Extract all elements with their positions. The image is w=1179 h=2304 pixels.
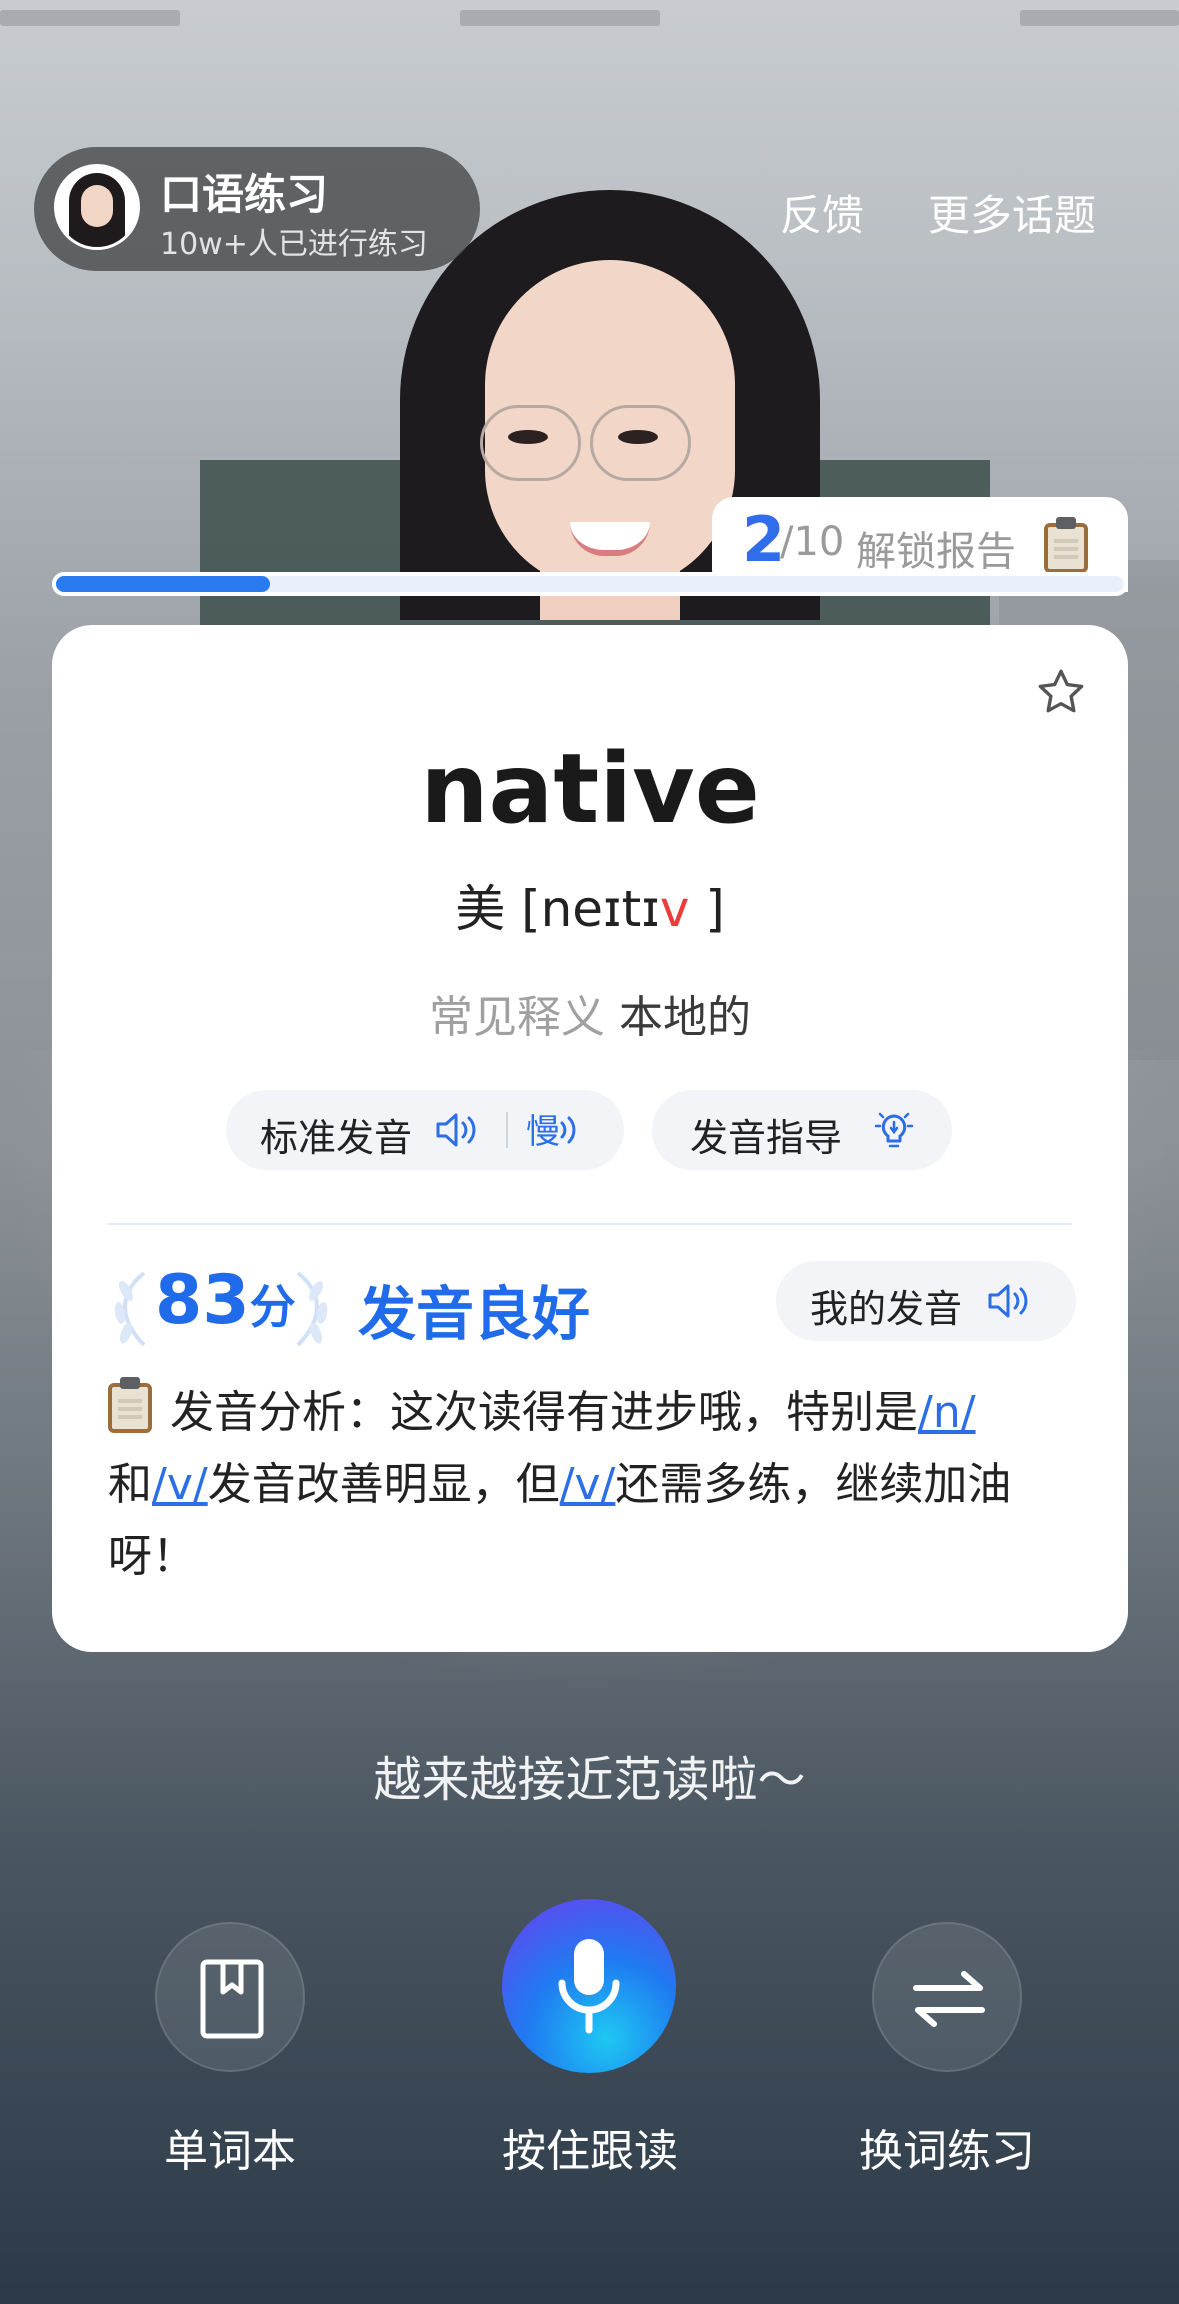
laurel-right-icon: [296, 1271, 328, 1347]
phoneme-link-v[interactable]: /v/: [560, 1459, 616, 1510]
progress-current: 2: [742, 503, 786, 576]
analysis-text: 和: [108, 1459, 152, 1510]
standard-pronunciation-label: 标准发音: [260, 1116, 413, 1160]
phonetic-highlight: v: [659, 880, 690, 938]
meaning-label: 常见释义: [429, 992, 605, 1043]
meaning-value: 本地的: [619, 992, 751, 1043]
hold-to-read-button[interactable]: [502, 1899, 676, 2073]
pill-divider: [506, 1112, 508, 1148]
meaning: 常见释义 本地的: [52, 981, 1128, 1045]
pronunciation-analysis: 发音分析：这次读得有进步哦，特别是/n/和/v/发音改善明显，但/v/还需多练，…: [108, 1377, 1088, 1593]
topic-subtitle: 10w+人已进行练习: [160, 227, 428, 262]
hold-to-read-label: 按住跟读: [502, 2126, 678, 2177]
word-text: native: [420, 733, 760, 845]
standard-pronunciation-button[interactable]: 标准发音 慢: [226, 1090, 624, 1170]
laurel-left-icon: [114, 1271, 146, 1347]
phonetic-text: 美 [neɪtɪ: [455, 880, 660, 938]
ceiling-light: [1020, 10, 1179, 26]
phonetic-end: ]: [689, 880, 725, 938]
progress-total: /10: [780, 519, 845, 565]
book-icon: [200, 1959, 264, 2039]
star-icon[interactable]: [1034, 665, 1088, 719]
my-pronunciation-button[interactable]: 我的发音: [776, 1261, 1076, 1341]
topic-pill[interactable]: 口语练习 10w+人已进行练习: [34, 147, 480, 271]
unlock-report-label: 解锁报告: [856, 529, 1016, 575]
switch-word-label: 换词练习: [859, 2126, 1035, 2177]
phoneme-link-v[interactable]: /v/: [152, 1459, 208, 1510]
pronunciation-guide-button[interactable]: 发音指导: [652, 1090, 952, 1170]
microphone-icon: [558, 1939, 620, 2034]
score-value: 83: [155, 1261, 250, 1340]
more-topics-button[interactable]: 更多话题: [928, 182, 1096, 243]
analysis-text: 发音分析：这次读得有进步哦，特别是: [170, 1387, 918, 1438]
speaker-icon[interactable]: [434, 1110, 484, 1150]
analysis-text: 发音改善明显，但: [207, 1459, 560, 1510]
divider: [108, 1223, 1072, 1225]
ceiling-light: [0, 10, 180, 26]
feedback-button[interactable]: 反馈: [780, 182, 864, 243]
phonetic: 美 [neɪtɪv ]: [52, 869, 1128, 941]
grade-label: 发音良好: [358, 1280, 591, 1348]
pronunciation-guide-label: 发音指导: [690, 1116, 843, 1160]
swap-icon: [913, 1971, 985, 2027]
score: 83分: [155, 1261, 296, 1340]
slow-play-icon[interactable]: 慢: [526, 1104, 560, 1153]
switch-word-button[interactable]: [872, 1922, 1022, 2072]
ceiling-light: [460, 10, 660, 26]
clipboard-icon: [108, 1377, 152, 1433]
wordbook-button[interactable]: [155, 1922, 305, 2072]
word-card: native 美 [neɪtɪv ] 常见释义 本地的 标准发音 慢 发音指导: [52, 625, 1128, 1652]
speaker-icon: [988, 1284, 1028, 1318]
progress-bar: [52, 572, 1128, 596]
topic-title: 口语练习: [160, 170, 329, 219]
phoneme-link-n[interactable]: /n/: [918, 1387, 976, 1438]
encouragement-text: 越来越接近范读啦～: [373, 1752, 806, 1808]
wordbook-label: 单词本: [164, 2126, 296, 2177]
lightbulb-icon: [874, 1112, 914, 1148]
progress-fill: [56, 576, 270, 592]
clipboard-icon: [1044, 517, 1088, 573]
my-pronunciation-label: 我的发音: [810, 1287, 963, 1331]
slow-speaker-icon[interactable]: [556, 1110, 596, 1150]
avatar: [54, 164, 140, 250]
